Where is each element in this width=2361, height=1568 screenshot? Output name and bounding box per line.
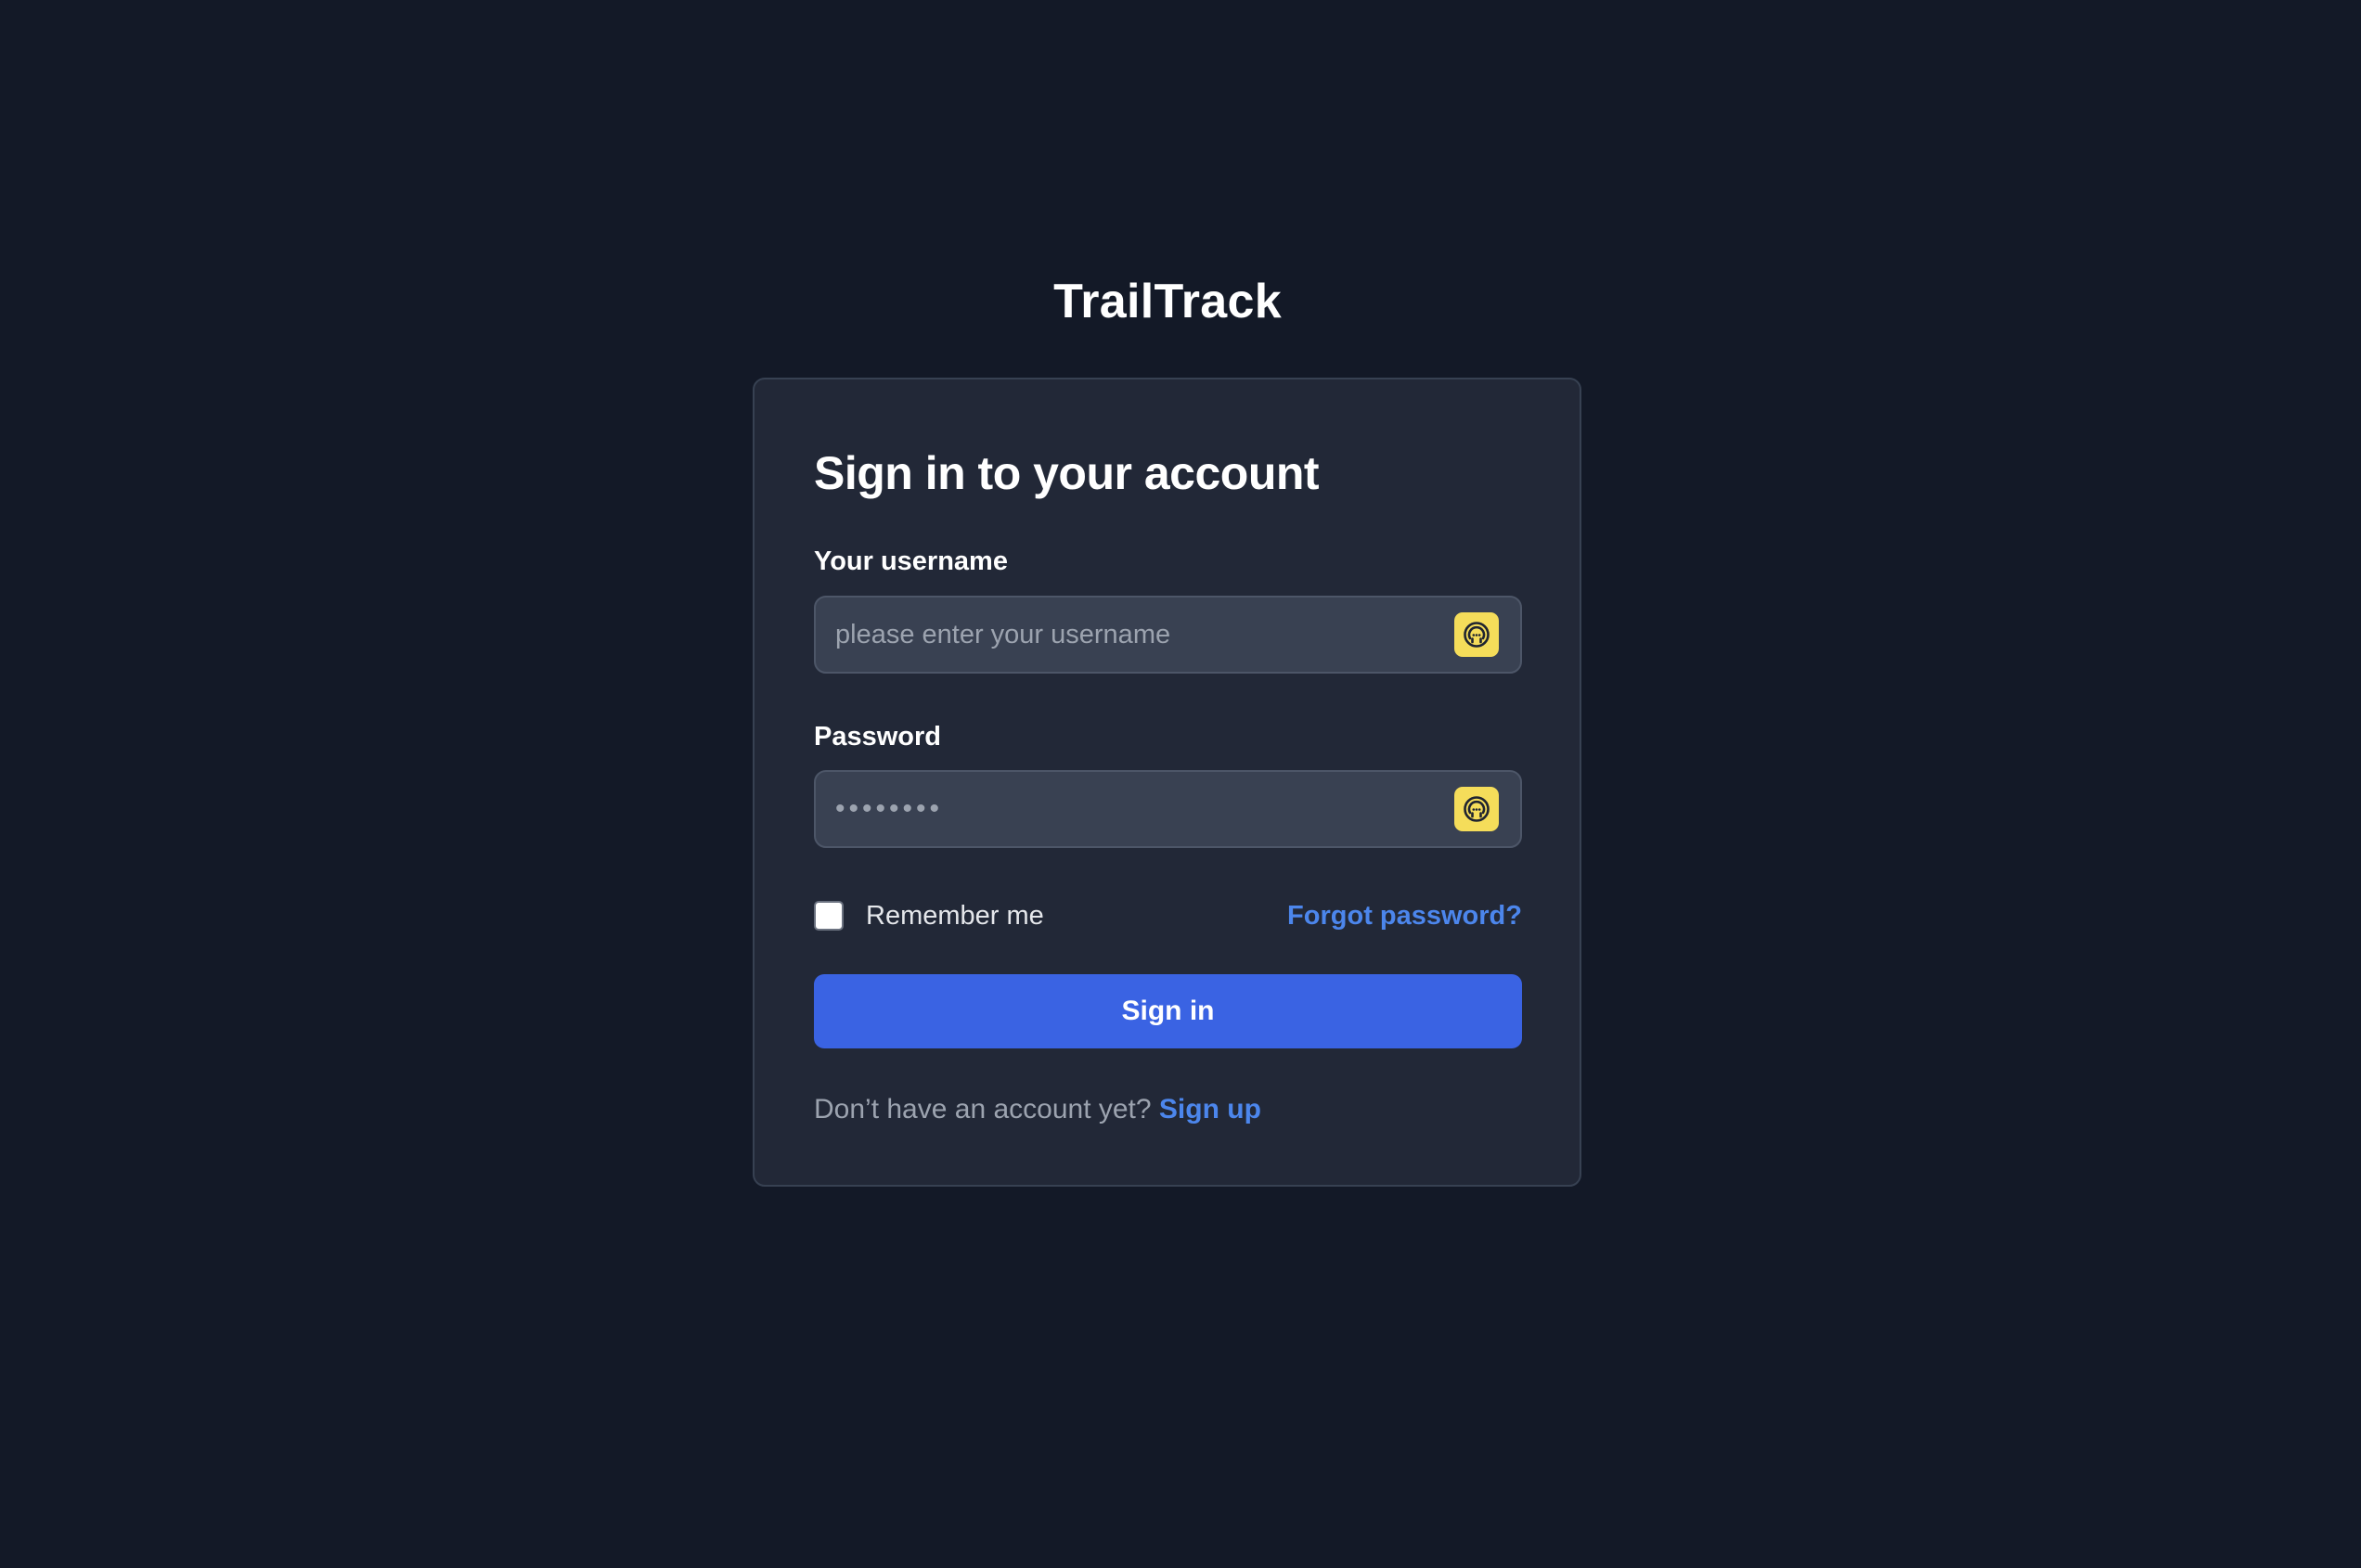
password-input[interactable] (816, 772, 1447, 846)
brand-title: TrailTrack (1053, 275, 1282, 328)
password-label: Password (814, 722, 941, 752)
login-card: Sign in to your account Your username Pa… (753, 378, 1581, 1187)
password-manager-icon[interactable] (1454, 612, 1499, 657)
page-title: Sign in to your account (814, 447, 1320, 499)
password-manager-icon[interactable] (1454, 787, 1499, 831)
password-field-wrapper (814, 770, 1522, 848)
remember-me-label[interactable]: Remember me (866, 899, 1044, 932)
sign-up-link[interactable]: Sign up (1159, 1094, 1261, 1125)
username-label: Your username (814, 546, 1008, 576)
login-page: TrailTrack Sign in to your account Your … (0, 0, 2361, 1568)
remember-row: Remember me Forgot password? (814, 895, 1522, 936)
username-input[interactable] (816, 598, 1447, 672)
remember-me-checkbox[interactable] (814, 901, 844, 931)
sign-in-button[interactable]: Sign in (814, 974, 1522, 1048)
forgot-password-link[interactable]: Forgot password? (1287, 899, 1522, 932)
signup-row: Don’t have an account yet? Sign up (814, 1092, 1261, 1127)
signup-prompt: Don’t have an account yet? (814, 1094, 1159, 1125)
username-field-wrapper (814, 596, 1522, 674)
